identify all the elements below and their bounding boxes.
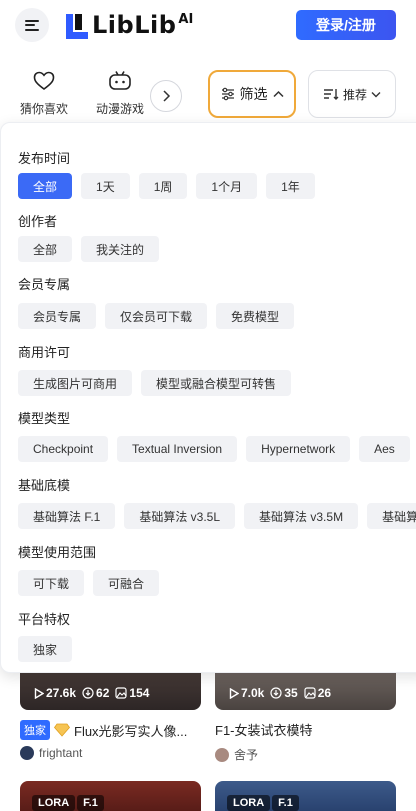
creator-options: 全部 我关注的 <box>18 236 160 262</box>
download-icon <box>270 687 282 699</box>
author-row[interactable]: 舍予 <box>215 746 258 763</box>
play-count: 7.0k <box>241 686 265 700</box>
chip-base-v35l[interactable]: 基础算法 v3.5L <box>124 503 236 529</box>
chip-aesthetic[interactable]: Aes <box>359 436 410 462</box>
diamond-icon <box>54 723 70 737</box>
chip-base-v35m[interactable]: 基础算法 v3.5M <box>244 503 359 529</box>
section-title-base-model: 基础底模 <box>18 478 71 493</box>
section-title-member: 会员专属 <box>18 277 71 292</box>
base-model-tag: F.1 <box>77 795 104 811</box>
category-anime-games[interactable]: 动漫游戏 <box>88 68 152 117</box>
section-title-creator: 创作者 <box>18 214 58 229</box>
chip-downloadable[interactable]: 可下载 <box>18 570 85 596</box>
download-icon <box>82 687 94 699</box>
member-options: 会员专属 仅会员可下载 免费模型 <box>18 303 295 329</box>
model-card-title-row[interactable]: 独家 Flux光影写实人像... <box>20 720 205 740</box>
menu-button[interactable] <box>15 8 49 42</box>
chip-hypernetwork[interactable]: Hypernetwork <box>246 436 351 462</box>
chip-exclusive[interactable]: 独家 <box>18 636 73 662</box>
section-title-usage-scope: 模型使用范围 <box>18 545 97 560</box>
chip-all[interactable]: 全部 <box>18 173 73 199</box>
base-model-options: 基础算法 F.1 基础算法 v3.5L 基础算法 v3.5M 基础算 <box>18 503 416 529</box>
image-icon <box>115 687 127 699</box>
heart-icon <box>31 68 57 94</box>
exclusive-badge: 独家 <box>20 720 50 740</box>
model-title: F1-女装试衣模特 <box>215 723 313 738</box>
sliders-icon <box>221 87 234 101</box>
chip-all-creators[interactable]: 全部 <box>18 236 73 262</box>
model-type-tag: LORA F.1 <box>32 795 104 811</box>
download-count: 62 <box>96 686 110 700</box>
category-guess-you-like[interactable]: 猜你喜欢 <box>12 68 76 117</box>
chip-following[interactable]: 我关注的 <box>81 236 160 262</box>
play-icon <box>34 687 44 699</box>
top-header: LibLib AI 登录/注册 <box>0 0 416 52</box>
filter-button[interactable]: 筛选 <box>208 70 296 118</box>
model-card-title-row[interactable]: F1-女装试衣模特 <box>215 720 313 739</box>
avatar <box>20 746 34 760</box>
chip-member-exclusive[interactable]: 会员专属 <box>18 303 97 329</box>
image-count: 26 <box>317 686 332 700</box>
logo-ai-superscript: AI <box>178 12 194 27</box>
chip-member-download-only[interactable]: 仅会员可下载 <box>105 303 208 329</box>
avatar <box>215 747 229 762</box>
liblib-logo[interactable]: LibLib AI <box>64 10 193 42</box>
image-icon <box>304 687 316 699</box>
chevron-right-icon <box>163 90 171 102</box>
author-name: 舍予 <box>234 748 259 762</box>
platform-privilege-options: 独家 <box>18 636 73 662</box>
chip-1-week[interactable]: 1周 <box>138 173 188 199</box>
publish-time-options: 全部 1天 1周 1个月 1年 <box>18 173 315 199</box>
download-count: 35 <box>284 686 298 700</box>
card-stats: 7.0k 35 26 <box>229 686 331 700</box>
section-title-platform-privilege: 平台特权 <box>18 612 71 627</box>
chip-free-model[interactable]: 免费模型 <box>216 303 295 329</box>
login-register-button[interactable]: 登录/注册 <box>296 10 396 40</box>
play-icon <box>229 687 239 699</box>
category-label: 动漫游戏 <box>95 102 144 116</box>
section-title-commercial-license: 商用许可 <box>18 345 71 360</box>
chip-1-month[interactable]: 1个月 <box>196 173 258 199</box>
logo-mark-icon <box>66 14 88 39</box>
sort-label: 推荐 <box>342 87 367 102</box>
model-card-thumbnail[interactable]: LORA F.1 <box>215 781 396 811</box>
model-title: Flux光影写实人像... <box>74 723 188 739</box>
play-count: 27.6k <box>46 686 77 700</box>
filter-panel: 发布时间 全部 1天 1周 1个月 1年 创作者 全部 我关注的 会员专属 会员… <box>0 122 416 673</box>
commercial-license-options: 生成图片可商用 模型或融合模型可转售 <box>18 370 292 396</box>
hamburger-icon <box>25 19 39 31</box>
card-stats: 27.6k 62 154 <box>34 686 149 700</box>
section-title-model-type: 模型类型 <box>18 411 71 426</box>
image-count: 154 <box>129 686 150 700</box>
section-title-publish-time: 发布时间 <box>18 151 71 166</box>
model-type-tag: LORA F.1 <box>227 795 299 811</box>
sort-icon <box>323 89 339 100</box>
chip-1-day[interactable]: 1天 <box>81 173 130 199</box>
base-model-tag: F.1 <box>272 795 299 811</box>
gamepad-icon <box>107 68 133 94</box>
model-card-thumbnail[interactable]: LORA F.1 <box>20 781 201 811</box>
filter-label: 筛选 <box>239 86 268 102</box>
chip-textual-inversion[interactable]: Textual Inversion <box>117 436 238 462</box>
chip-base-more[interactable]: 基础算 <box>367 503 416 529</box>
chevron-down-icon <box>371 91 381 97</box>
sort-dropdown[interactable]: 推荐 <box>308 70 396 118</box>
category-label: 猜你喜欢 <box>19 102 68 116</box>
chevron-up-icon <box>272 90 284 98</box>
chip-1-year[interactable]: 1年 <box>266 173 315 199</box>
usage-scope-options: 可下载 可融合 <box>18 570 160 596</box>
author-name: frightant <box>39 746 83 760</box>
chip-mergeable[interactable]: 可融合 <box>93 570 160 596</box>
logo-text: LibLib <box>92 11 177 39</box>
chip-checkpoint[interactable]: Checkpoint <box>18 436 109 462</box>
chip-model-resale[interactable]: 模型或融合模型可转售 <box>141 370 292 396</box>
scroll-categories-button[interactable] <box>150 80 182 112</box>
author-row[interactable]: frightant <box>20 746 82 760</box>
chip-base-f1[interactable]: 基础算法 F.1 <box>18 503 116 529</box>
model-type-options: Checkpoint Textual Inversion Hypernetwor… <box>18 436 410 462</box>
chip-images-commercial[interactable]: 生成图片可商用 <box>18 370 133 396</box>
lora-tag: LORA <box>32 795 76 811</box>
category-row: 猜你喜欢 动漫游戏 筛选 推荐 <box>0 60 416 124</box>
lora-tag: LORA <box>227 795 271 811</box>
